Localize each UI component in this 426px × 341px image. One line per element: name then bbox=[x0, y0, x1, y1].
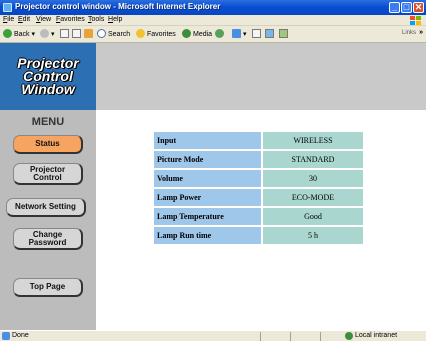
menu-help[interactable]: Help bbox=[108, 16, 122, 23]
nav-network-setting-label: Network Setting bbox=[15, 202, 76, 211]
status-row-label: Lamp Run time bbox=[154, 227, 261, 244]
nav-change-password-label-2: Password bbox=[28, 237, 67, 247]
status-row-label: Lamp Power bbox=[154, 189, 261, 206]
status-row: Volume 30 bbox=[154, 170, 363, 187]
mail-icon bbox=[232, 29, 241, 38]
back-icon bbox=[3, 29, 12, 38]
status-row: Picture Mode STANDARD bbox=[154, 151, 363, 168]
security-zone-text: Local intranet bbox=[355, 332, 398, 339]
search-button[interactable]: Search bbox=[97, 29, 130, 40]
window-title: Projector control window - Microsoft Int… bbox=[15, 2, 221, 11]
history-button[interactable] bbox=[215, 29, 226, 40]
status-row-label: Lamp Temperature bbox=[154, 208, 261, 225]
nav-projector-control-label-2: Control bbox=[33, 172, 62, 182]
status-divider bbox=[320, 332, 321, 341]
links-chevron-icon[interactable]: » bbox=[419, 29, 423, 36]
stop-button[interactable] bbox=[60, 29, 69, 40]
menu-file[interactable]: File bbox=[3, 16, 14, 23]
nav-status-label: Status bbox=[35, 139, 60, 148]
nav-projector-control-button[interactable]: Projector Control bbox=[13, 163, 83, 185]
status-row-value: ECO-MODE bbox=[263, 189, 363, 206]
nav-top-page-button[interactable]: Top Page bbox=[13, 278, 83, 297]
search-icon bbox=[97, 29, 106, 38]
media-label: Media bbox=[193, 31, 213, 38]
forward-icon bbox=[40, 29, 49, 38]
favorites-label: Favorites bbox=[147, 31, 176, 38]
status-divider bbox=[290, 332, 291, 341]
print-button[interactable] bbox=[252, 29, 261, 40]
windows-logo-icon bbox=[408, 15, 422, 26]
local-intranet-icon bbox=[345, 332, 353, 340]
status-row-value: WIRELESS bbox=[263, 132, 363, 149]
menu-bar: File Edit View Favorites Tools Help bbox=[0, 15, 426, 26]
menu-title: MENU bbox=[31, 116, 65, 128]
browser-toolbar: Back ▾ ▾ Search Favorites Media ▾ Links … bbox=[0, 26, 426, 43]
close-button[interactable]: ✕ bbox=[413, 2, 424, 13]
browser-status-bar: Done Local intranet bbox=[0, 330, 426, 341]
refresh-button[interactable] bbox=[72, 29, 81, 40]
status-row: Lamp Run time 5 h bbox=[154, 227, 363, 244]
forward-button[interactable]: ▾ bbox=[40, 29, 55, 40]
refresh-icon bbox=[72, 29, 81, 38]
status-text: Done bbox=[12, 332, 29, 339]
status-row-label: Picture Mode bbox=[154, 151, 261, 168]
minimize-button[interactable]: _ bbox=[389, 2, 400, 13]
page-done-icon bbox=[2, 332, 10, 340]
maximize-button[interactable]: □ bbox=[401, 2, 412, 13]
sidebar-menu: MENU Status Projector Control Network Se… bbox=[0, 110, 96, 330]
status-row-label: Input bbox=[154, 132, 261, 149]
home-button[interactable] bbox=[84, 29, 95, 40]
back-label: Back bbox=[14, 31, 30, 38]
discuss-icon bbox=[279, 29, 288, 38]
window-titlebar[interactable]: Projector control window - Microsoft Int… bbox=[0, 0, 426, 15]
status-row-value: 30 bbox=[263, 170, 363, 187]
nav-change-password-button[interactable]: Change Password bbox=[13, 228, 83, 250]
edit-button[interactable] bbox=[265, 29, 274, 40]
status-row: Lamp Power ECO-MODE bbox=[154, 189, 363, 206]
projector-control-window-logo: Projector Control Window bbox=[0, 56, 96, 97]
media-button[interactable]: Media bbox=[182, 29, 212, 40]
menu-view[interactable]: View bbox=[36, 16, 51, 23]
menu-favorites[interactable]: Favorites bbox=[56, 16, 85, 23]
internet-explorer-icon bbox=[3, 3, 12, 12]
favorites-icon bbox=[136, 29, 145, 38]
status-table: Input WIRELESS Picture Mode STANDARD Volume 3… bbox=[152, 130, 365, 246]
back-button[interactable]: Back ▾ bbox=[3, 29, 35, 40]
status-row: Lamp Temperature Good bbox=[154, 208, 363, 225]
status-row-value: 5 h bbox=[263, 227, 363, 244]
nav-network-setting-button[interactable]: Network Setting bbox=[6, 198, 86, 217]
home-icon bbox=[84, 29, 93, 38]
print-icon bbox=[252, 29, 261, 38]
stop-icon bbox=[60, 29, 69, 38]
status-row-label: Volume bbox=[154, 170, 261, 187]
menu-edit[interactable]: Edit bbox=[18, 16, 30, 23]
status-row: Input WIRELESS bbox=[154, 132, 363, 149]
history-icon bbox=[215, 29, 224, 38]
nav-top-page-label: Top Page bbox=[29, 282, 66, 291]
logo-panel: Projector Control Window bbox=[0, 43, 96, 110]
favorites-button[interactable]: Favorites bbox=[136, 29, 176, 40]
edit-icon bbox=[265, 29, 274, 38]
menu-tools[interactable]: Tools bbox=[88, 16, 104, 23]
status-row-value: Good bbox=[263, 208, 363, 225]
header-band bbox=[96, 43, 426, 110]
links-label[interactable]: Links bbox=[402, 30, 416, 36]
status-divider bbox=[260, 332, 261, 341]
search-label: Search bbox=[108, 31, 131, 38]
nav-status-button[interactable]: Status bbox=[13, 135, 83, 154]
status-row-value: STANDARD bbox=[263, 151, 363, 168]
logo-line-3: Window bbox=[21, 81, 75, 97]
media-icon bbox=[182, 29, 191, 38]
mail-button[interactable]: ▾ bbox=[232, 29, 247, 40]
discuss-button[interactable] bbox=[279, 29, 288, 40]
